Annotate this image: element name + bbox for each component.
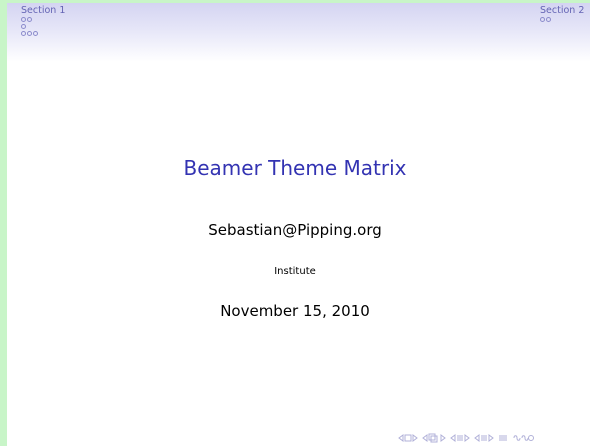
section-2-subsection-1-dots (540, 16, 584, 23)
subsection-nav-icon (474, 434, 494, 442)
frame-dot[interactable] (27, 31, 32, 36)
frame-dot[interactable] (21, 31, 26, 36)
align-button[interactable] (498, 433, 508, 443)
nav-section-2[interactable]: Section 2 (540, 5, 584, 23)
section-1-subsection-1-dots (21, 16, 65, 23)
align-icon (499, 435, 507, 441)
subsection-nav-button[interactable] (474, 433, 494, 443)
beamer-navigation-bar (398, 432, 534, 444)
frame-dot[interactable] (27, 17, 32, 22)
nav-section-2-label[interactable]: Section 2 (540, 5, 584, 16)
frame-dot[interactable] (546, 17, 551, 22)
section-1-subsection-3-dots (21, 30, 65, 37)
slide-nav-button[interactable] (398, 433, 418, 443)
frame-dot[interactable] (33, 31, 38, 36)
nav-section-1-label[interactable]: Section 1 (21, 5, 65, 16)
slide-nav-icon (398, 434, 418, 442)
presentation-title: Beamer Theme Matrix (183, 156, 407, 180)
section-1-subsection-2-dots (21, 23, 65, 30)
presentation-author: Sebastian@Pipping.org (208, 221, 382, 239)
frame-nav-button[interactable] (422, 433, 446, 443)
frame-dot[interactable] (540, 17, 545, 22)
frame-dot[interactable] (21, 17, 26, 22)
section-nav-button[interactable] (450, 433, 470, 443)
presentation-date: November 15, 2010 (220, 302, 370, 320)
search-icon (513, 435, 534, 441)
frame-dot[interactable] (21, 24, 26, 29)
presentation-institute: Institute (274, 266, 316, 277)
search-button[interactable] (512, 433, 534, 443)
slide-frame: Section 1 Section 2 Beamer Theme Matrix … (0, 0, 590, 446)
headline-bar: Section 1 Section 2 (7, 3, 590, 62)
frame-nav-icon (422, 433, 446, 443)
nav-section-1[interactable]: Section 1 (21, 5, 65, 37)
section-nav-icon (450, 434, 470, 442)
